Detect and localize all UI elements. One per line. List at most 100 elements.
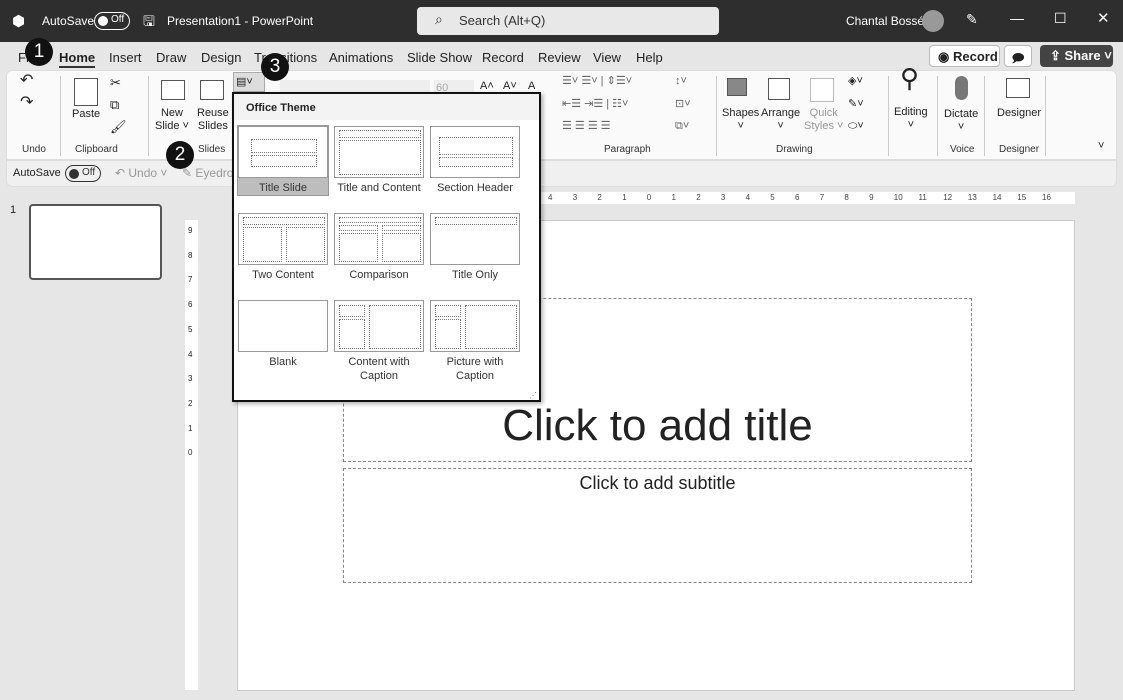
tab-help[interactable]: Help [636,50,663,65]
shape-fill-icon[interactable]: ◈˅ [848,75,863,88]
tab-record[interactable]: Record [482,50,524,65]
layout-label: Section Header [437,182,513,194]
search-editing-icon: ⚲ [900,63,920,93]
tab-review[interactable]: Review [538,50,581,65]
layout-preview [238,126,328,178]
pen-icon[interactable]: ✎ [966,11,978,28]
layout-option[interactable]: Title Slide [237,125,329,196]
redo-icon[interactable]: ↷ [20,95,33,111]
divider [1045,76,1046,156]
avatar[interactable] [922,10,944,32]
align-icon[interactable]: ☰ ☰ ☰ ☰ [562,120,611,133]
close-icon[interactable]: ✕ [1097,9,1110,27]
ruler-tick-label: 7 [819,193,825,202]
ruler-tick-label: 15 [1017,193,1027,202]
document-title: Presentation1 - PowerPoint [167,14,314,28]
layout-option[interactable]: Comparison [334,213,424,282]
tab-slide-show[interactable]: Slide Show [407,50,472,65]
layout-dropdown-button[interactable]: ▤˅ [233,72,265,92]
comments-button[interactable]: 🗩 [1004,45,1032,67]
paste-button[interactable]: Paste [72,108,100,121]
tab-animations[interactable]: Animations [329,50,393,65]
layout-label: Comparison [349,269,409,281]
layout-label: Title and Content [337,182,421,194]
layout-option[interactable]: Blank [238,300,328,369]
layout-option[interactable]: Content with Caption [334,300,424,383]
ruler-tick-label: 5 [188,324,193,334]
format-painter-icon[interactable]: 🖌 [110,120,127,133]
horizontal-ruler: 4 3 2 1 0 1 2 3 4 5 6 7 8 9 10 11 12 13 14 15 16 [540,192,1075,204]
resize-grip-icon[interactable]: ⋰ [529,391,537,400]
ruler-tick-label: 2 [188,398,193,408]
qat-autosave-toggle[interactable]: Off [65,165,101,182]
ruler-tick-label: 1 [671,193,676,202]
tab-draw[interactable]: Draw [156,50,186,65]
share-button[interactable]: ⇪ Share ˅ [1040,45,1113,67]
undo-icon[interactable]: ↶ [20,73,33,89]
ruler-tick-label: 9 [188,226,193,235]
new-slide-button[interactable]: New Slide ˅ [155,107,189,133]
autosave-toggle[interactable]: Off [94,12,130,30]
ruler-tick-label: 8 [188,250,193,260]
quick-styles-button[interactable]: Quick Styles ˅ [804,107,843,133]
layout-option[interactable]: Title and Content [334,126,424,195]
layout-option[interactable]: Section Header [430,126,520,195]
qat-undo-button[interactable]: ↶ Undo ˅ [115,166,167,180]
shape-outline-icon[interactable]: ✎˅ [848,98,864,111]
layout-gallery: Office Theme Title Slide Title and Conten… [232,92,541,402]
copy-icon[interactable]: ⧉ [110,98,119,111]
align-text-icon[interactable]: ⊡˅ [675,98,691,111]
editing-button[interactable]: Editing ˅ [894,106,928,132]
layout-preview [334,213,424,265]
shape-effects-icon[interactable]: ⬭˅ [848,120,864,133]
dictate-button[interactable]: Dictate ˅ [944,108,978,134]
indent-icon[interactable]: ⇤☰ ⇥☰ | ☷˅ [562,98,628,111]
bullets-icon[interactable]: ☰˅ ☰˅ | ⇕☰˅ [562,75,632,88]
title-bar: ⬢ AutoSave Off 🖫 Presentation1 - PowerPo… [0,0,1123,42]
save-icon[interactable]: 🖫 [143,11,155,35]
search-input[interactable]: ⌕ Search (Alt+Q) [417,7,719,35]
user-name[interactable]: Chantal Bossé [846,14,924,28]
paste-icon [74,78,98,106]
group-label-designer: Designer [999,144,1040,155]
ruler-tick-label: 0 [646,193,652,202]
subtitle-placeholder[interactable]: Click to add subtitle [343,468,972,583]
tab-design[interactable]: Design [201,50,241,65]
search-icon: ⌕ [435,11,443,27]
ruler-tick-label: 12 [943,193,953,202]
qat-eyedropper-button[interactable]: ✎ Eyedro [182,166,233,180]
layout-option[interactable]: Picture with Caption [430,300,520,383]
tab-view[interactable]: View [593,50,621,65]
ruler-tick-label: 4 [548,193,553,202]
slide-thumbnail[interactable] [29,204,162,280]
ruler-tick-label: 3 [188,374,193,384]
qat-autosave-label: AutoSave [13,167,61,179]
reuse-slides-button[interactable]: Reuse Slides [197,107,229,133]
record-button[interactable]: ◉ Record [929,45,1000,67]
layout-option[interactable]: Title Only [430,213,520,282]
shapes-button[interactable]: Shapes ˅ [722,107,759,133]
arrange-button[interactable]: Arrange ˅ [761,107,800,133]
ribbon-tabs: File Home Insert Draw Design Transitions… [0,42,1123,70]
step-badge-2: 2 [166,141,194,169]
layout-preview [238,213,328,265]
ruler-tick-label: 2 [696,193,701,202]
layout-label: Picture with Caption [446,356,504,382]
collapse-ribbon-icon[interactable]: ˅ [1098,140,1104,153]
designer-icon [1006,78,1030,98]
ruler-tick-label: 7 [188,275,193,285]
tab-insert[interactable]: Insert [109,50,142,65]
cut-icon[interactable]: ✂ [110,76,121,89]
reuse-slides-icon [200,80,224,100]
layout-option[interactable]: Two Content [238,213,328,282]
ruler-tick-label: 3 [572,193,578,202]
text-direction-icon[interactable]: ↕˅ [675,75,687,88]
maximize-icon[interactable]: ☐ [1054,10,1067,27]
new-slide-icon [161,80,185,100]
tab-home[interactable]: Home [59,50,96,68]
ruler-tick-label: 0 [188,448,193,458]
minimize-icon[interactable]: — [1010,10,1024,26]
smartart-icon[interactable]: ⧉˅ [675,120,689,133]
autosave-label: AutoSave [42,14,95,28]
designer-button[interactable]: Designer [997,107,1041,120]
